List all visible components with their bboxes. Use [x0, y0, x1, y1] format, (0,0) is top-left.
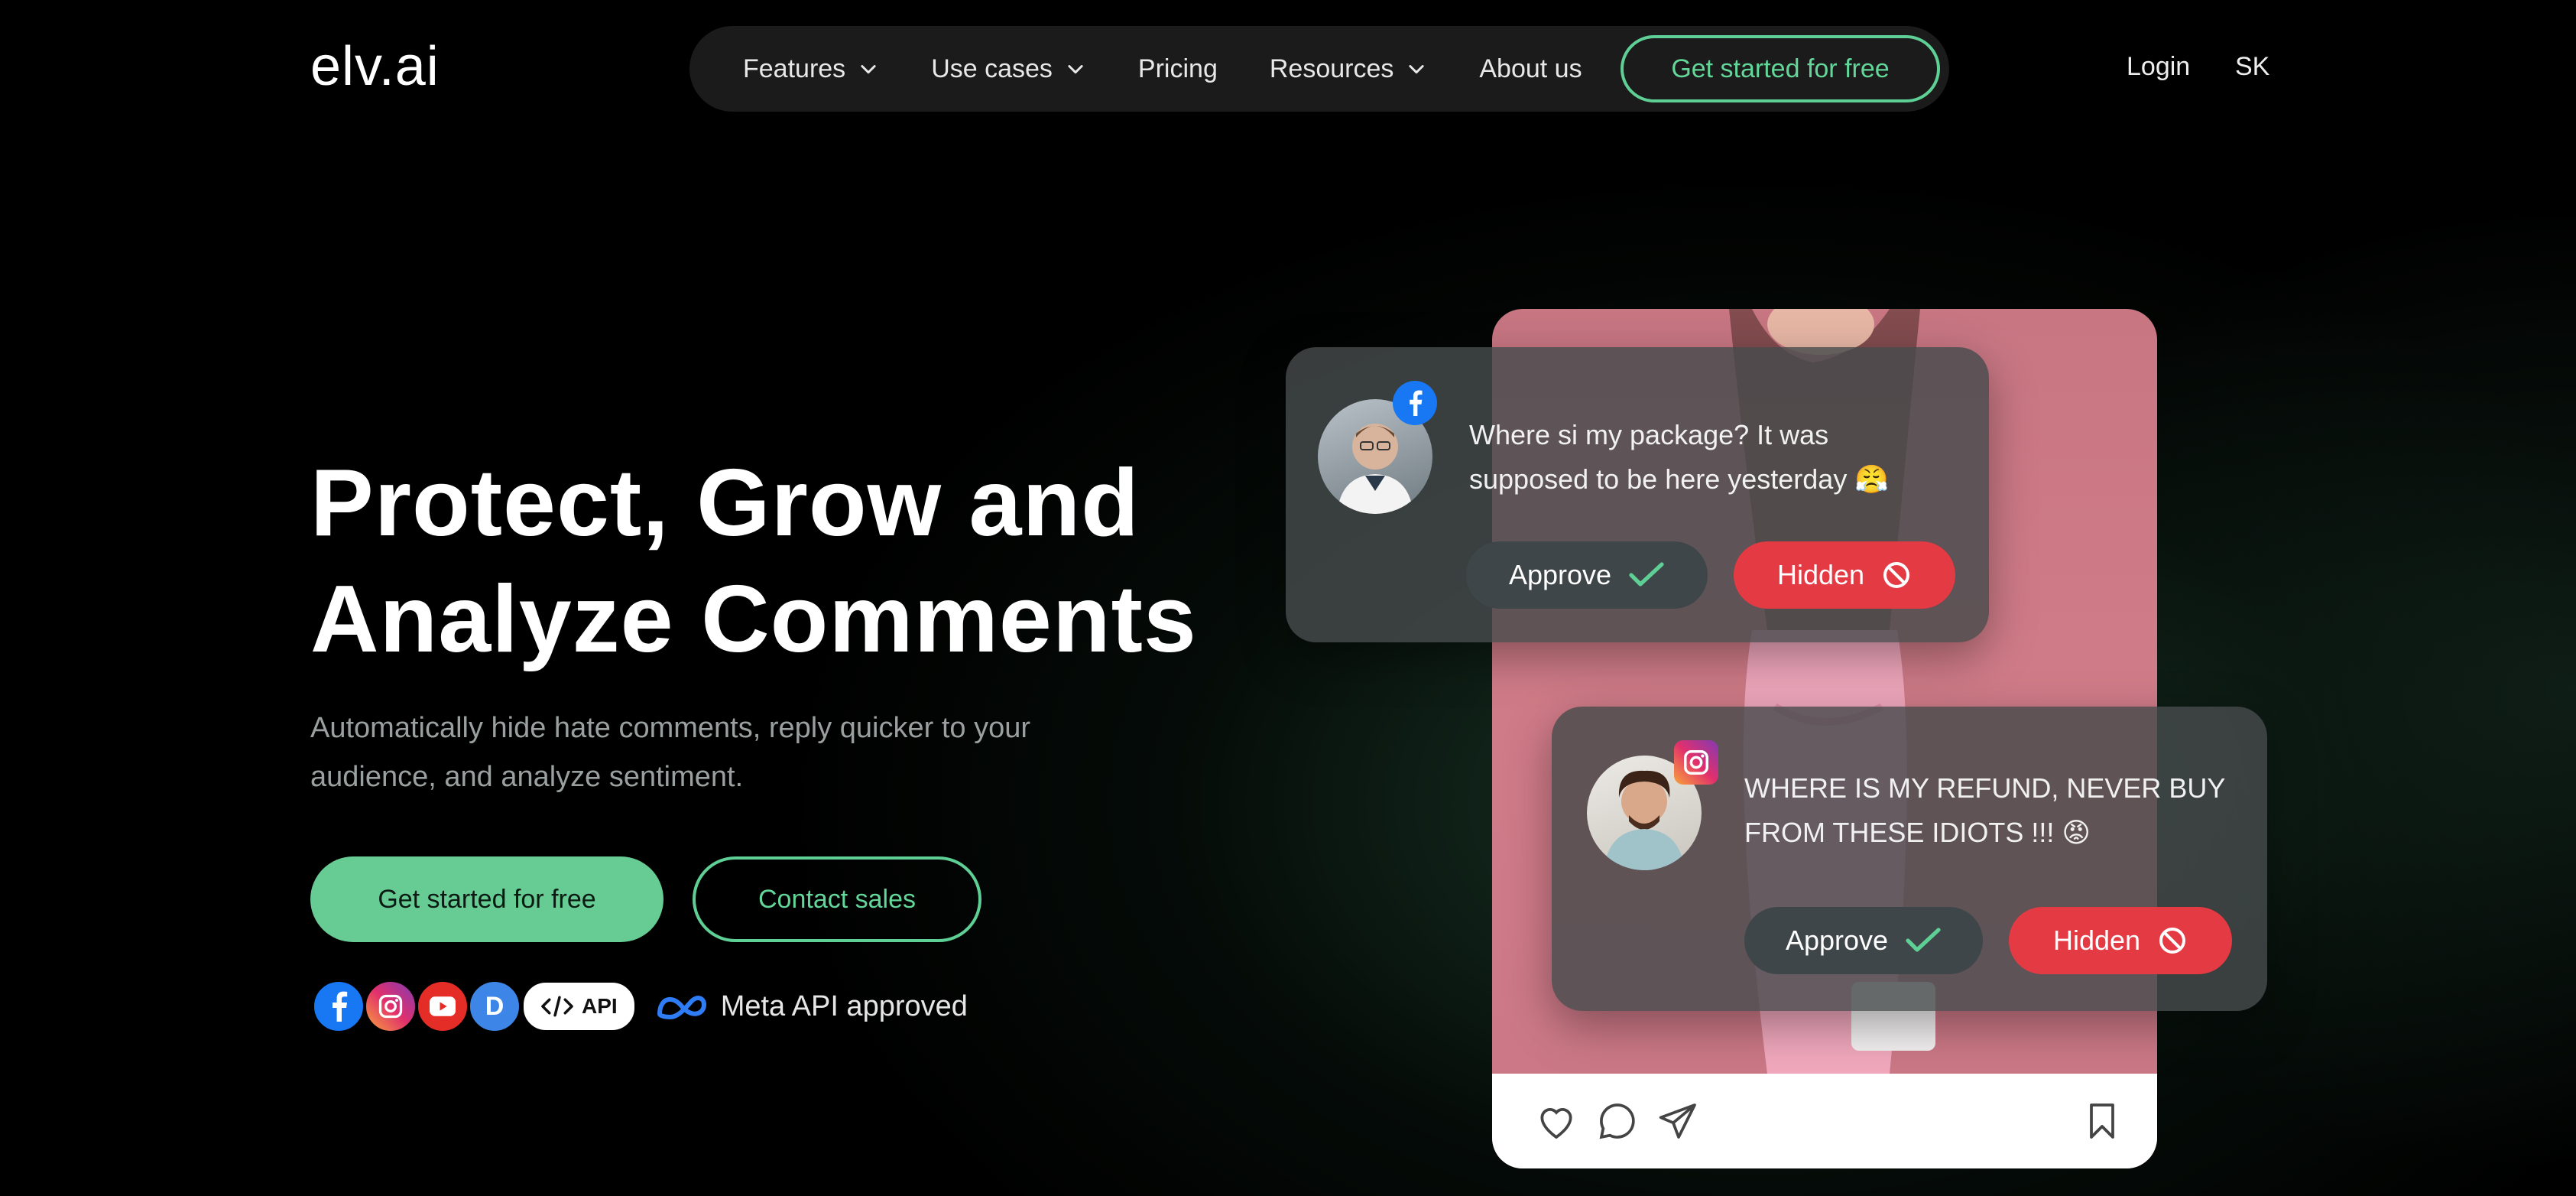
comment-icon[interactable]: [1596, 1100, 1639, 1142]
meta-api-approved-label: Meta API approved: [720, 990, 968, 1022]
meta-logo-icon: [657, 996, 706, 1019]
comment-card-instagram: WHERE IS MY REFUND, NEVER BUY FROM THESE…: [1552, 707, 2267, 1011]
nav-about-us[interactable]: About us: [1479, 54, 1582, 84]
api-chip: API: [521, 980, 637, 1032]
nav-use-cases[interactable]: Use cases: [931, 54, 1086, 84]
comment-text-line-2: supposed to be here yesterday 😤: [1469, 463, 1890, 495]
bookmark-icon[interactable]: [2081, 1100, 2123, 1142]
hidden-label: Hidden: [1776, 559, 1865, 590]
nav-pricing[interactable]: Pricing: [1138, 54, 1218, 84]
block-icon: [1883, 562, 1910, 588]
nav-features[interactable]: Features: [743, 54, 879, 84]
comment-text-line-2: FROM THESE IDIOTS !!! 😡: [1744, 817, 2091, 848]
comment-text-line-1: Where si my package? It was: [1469, 419, 1829, 450]
facebook-icon: [1393, 381, 1437, 425]
approve-button[interactable]: Approve: [1466, 541, 1708, 609]
nav-features-label: Features: [743, 54, 846, 83]
contact-sales-button[interactable]: Contact sales: [693, 856, 981, 942]
nav-resources[interactable]: Resources: [1270, 54, 1428, 84]
code-icon: [541, 996, 573, 1017]
api-label: API: [582, 994, 618, 1018]
hidden-button[interactable]: Hidden: [1734, 541, 1955, 609]
block-icon: [2159, 928, 2186, 954]
comment-text: WHERE IS MY REFUND, NEVER BUY FROM THESE…: [1744, 766, 2225, 855]
approve-label: Approve: [1508, 559, 1612, 590]
approve-button[interactable]: Approve: [1744, 907, 1983, 974]
platform-row: D API Meta API approved: [312, 979, 968, 1034]
hero-title: Protect, Grow and Analyze Comments: [310, 445, 1304, 678]
hidden-label: Hidden: [2052, 925, 2141, 956]
hero-subtitle-line-1: Automatically hide hate comments, reply …: [310, 712, 1030, 744]
hidden-button[interactable]: Hidden: [2009, 907, 2232, 974]
checkmark-icon: [1906, 928, 1941, 952]
instagram-icon: [364, 980, 417, 1033]
logo[interactable]: elv.ai: [310, 35, 440, 98]
d-icon: D: [468, 980, 521, 1033]
nav-about-us-label: About us: [1479, 54, 1582, 83]
nav-resources-label: Resources: [1269, 54, 1394, 83]
hero-title-line-1: Protect, Grow and: [310, 450, 1140, 556]
chevron-down-icon: [1409, 65, 1424, 74]
login-link[interactable]: Login: [2127, 52, 2190, 82]
youtube-icon: [416, 980, 469, 1033]
comment-card-facebook: Where si my package? It was supposed to …: [1286, 347, 1989, 642]
heart-icon[interactable]: [1535, 1100, 1578, 1142]
comment-text: Where si my package? It was supposed to …: [1469, 413, 1889, 502]
hero-subtitle-line-2: audience, and analyze sentiment.: [310, 761, 744, 793]
post-action-bar: [1492, 1074, 2157, 1168]
nav-use-cases-label: Use cases: [931, 54, 1053, 83]
approve-label: Approve: [1785, 925, 1889, 956]
nav-get-started-button[interactable]: Get started for free: [1621, 35, 1940, 102]
checkmark-icon: [1629, 562, 1664, 587]
chevron-down-icon: [861, 65, 876, 74]
comment-text-line-1: WHERE IS MY REFUND, NEVER BUY: [1744, 772, 2226, 804]
nav-pricing-label: Pricing: [1137, 54, 1218, 83]
share-icon[interactable]: [1657, 1100, 1700, 1142]
instagram-icon: [1674, 740, 1718, 785]
facebook-icon: [312, 980, 365, 1033]
language-switch[interactable]: SK: [2235, 52, 2269, 82]
main-nav: Features Use cases Pricing Resources Abo…: [689, 26, 1949, 112]
get-started-button[interactable]: Get started for free: [310, 856, 663, 942]
hero-title-line-2: Analyze Comments: [310, 567, 1197, 672]
hero-subtitle: Automatically hide hate comments, reply …: [310, 704, 1151, 801]
chevron-down-icon: [1068, 65, 1083, 74]
